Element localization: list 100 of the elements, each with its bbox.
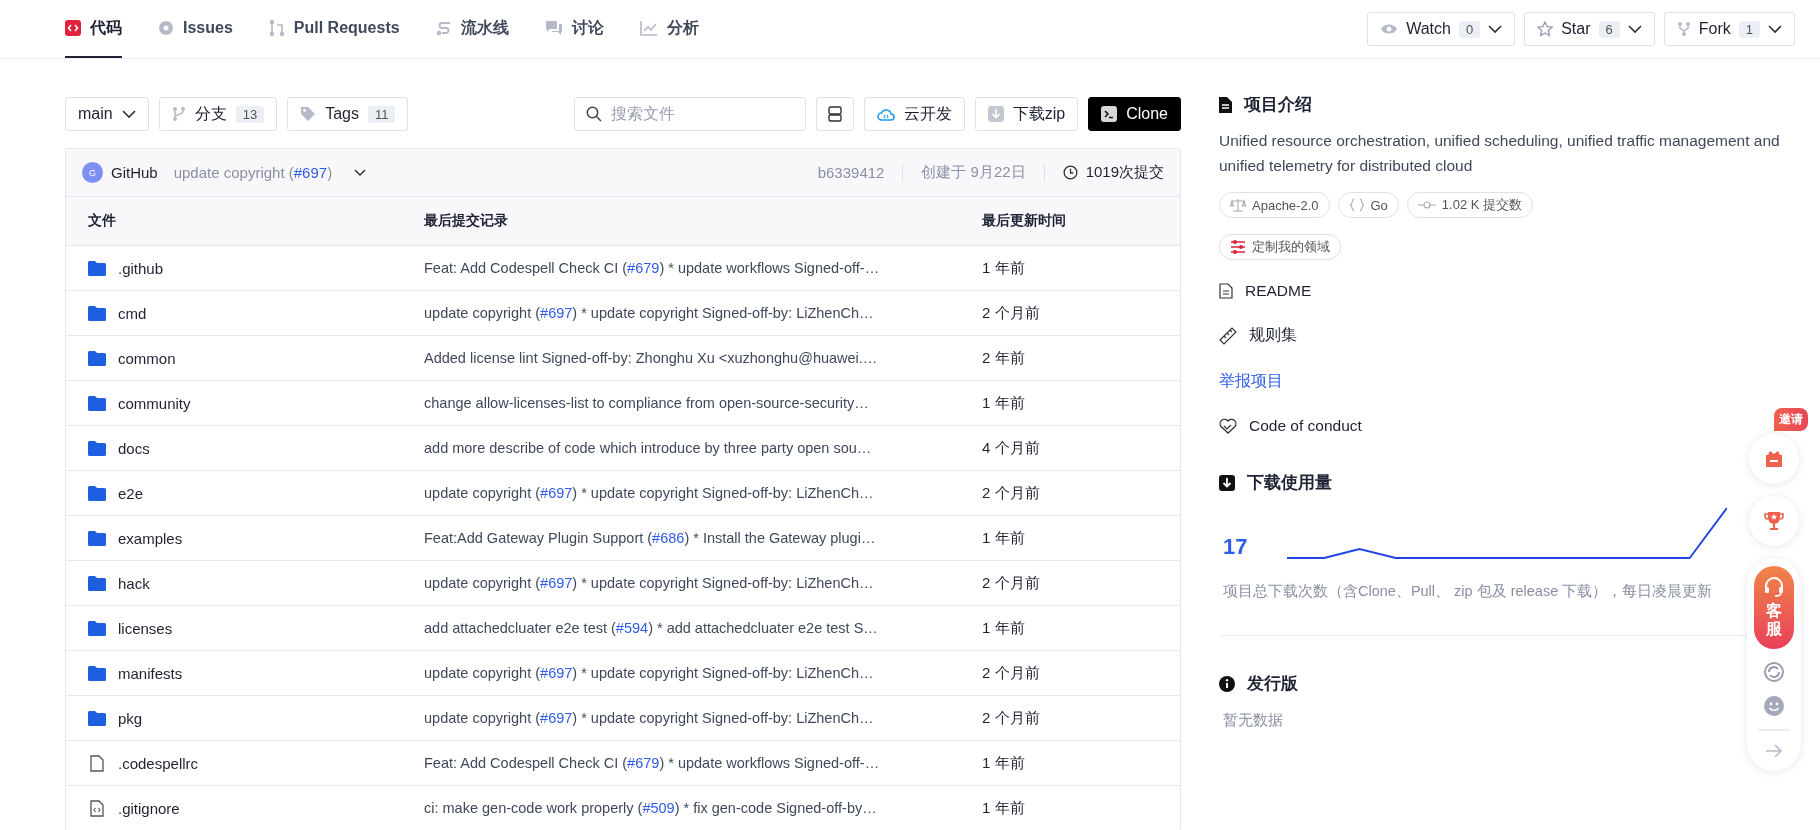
folder-icon — [88, 395, 106, 411]
braces-icon — [1348, 198, 1365, 212]
smiley-icon[interactable] — [1763, 695, 1785, 718]
pull-request-link[interactable]: #697 — [540, 710, 573, 726]
updated-time: 2 个月前 — [982, 303, 1041, 323]
commit-message: add more describe of code which introduce by three party open sou… — [424, 440, 873, 456]
layout-button[interactable] — [815, 97, 854, 131]
nav-tab[interactable]: 分析 — [639, 0, 699, 58]
pull-request-link[interactable]: #509 — [642, 800, 675, 816]
commit-message: Feat: Add Codespell Check CI (#679) * update workflows Signed-off-… — [424, 755, 881, 771]
file-name[interactable]: community — [118, 394, 191, 412]
headset-icon — [1763, 576, 1785, 598]
commit-message: update copyright (#697) * update copyright Signed-off-by: LiZhenCh… — [424, 485, 875, 501]
file-name[interactable]: common — [118, 349, 176, 367]
arrow-right-icon[interactable] — [1765, 743, 1783, 760]
customer-service-button[interactable]: 客服 — [1754, 566, 1794, 650]
download-button[interactable]: 下载zip — [974, 97, 1079, 131]
commit-message: update copyright (#697) * update copyright Signed-off-by: LiZhenCh… — [424, 710, 875, 726]
nav-tab[interactable]: 代码 — [65, 0, 122, 58]
file-name[interactable]: .github — [118, 259, 164, 277]
clone-button[interactable]: Clone — [1088, 97, 1181, 131]
chart-icon — [639, 20, 658, 36]
updated-time: 2 个月前 — [982, 573, 1041, 593]
document-icon — [1219, 96, 1232, 113]
pull-request-link[interactable]: #697 — [293, 164, 328, 181]
clock-icon — [1062, 165, 1078, 180]
report-link[interactable]: 举报项目 — [1219, 371, 1283, 392]
section-title: 发行版 — [1247, 673, 1298, 695]
sliders-icon — [1230, 240, 1246, 254]
pull-request-link[interactable]: #697 — [540, 575, 573, 591]
folder-icon — [88, 440, 106, 456]
pull-request-link[interactable]: #679 — [627, 260, 660, 276]
pull-request-link[interactable]: #686 — [652, 530, 685, 546]
commit-author[interactable]: GitHub — [111, 164, 158, 181]
search-field[interactable]: 搜索文件 — [573, 97, 806, 131]
pipeline-icon — [435, 20, 452, 36]
file-name[interactable]: e2e — [118, 484, 144, 502]
swirl-icon[interactable] — [1763, 661, 1785, 684]
section-title: 项目介绍 — [1244, 94, 1312, 116]
commit-message: update copyright (#697) * update copyright Signed-off-by: LiZhenCh… — [424, 305, 875, 321]
file-name[interactable]: .codespellrc — [118, 754, 199, 772]
file-name[interactable]: examples — [118, 529, 183, 547]
sidebar-link[interactable]: 规则集 — [1249, 325, 1297, 346]
commit-count[interactable]: 1019次提交 — [1085, 163, 1164, 182]
download-note: 项目总下载次数（含Clone、Pull、 zip 包及 release 下载），每日凌晨更新 — [1223, 582, 1713, 601]
pull-request-link[interactable]: #697 — [540, 485, 573, 501]
file-name[interactable]: docs — [118, 439, 150, 457]
column-header: 最后提交记录 — [424, 212, 509, 230]
commit-message: Added license lint Signed-off-by: Zhonghu Xu <xuzhonghu@huawei.… — [424, 350, 879, 366]
tag-icon — [300, 106, 317, 122]
tags-button[interactable]: Tags 11 — [287, 97, 409, 131]
file-icon — [90, 754, 104, 772]
branch-dropdown[interactable]: main — [65, 97, 149, 131]
count-badge: 13 — [235, 105, 265, 123]
pull-request-link[interactable]: #697 — [540, 665, 573, 681]
fork-button[interactable]: Fork 1 — [1663, 12, 1795, 46]
nav-tab[interactable]: 流水线 — [435, 0, 509, 58]
folder-icon — [88, 710, 106, 726]
terminal-icon — [1101, 106, 1118, 122]
folder-icon — [88, 665, 106, 681]
updated-time: 1 年前 — [982, 258, 1026, 278]
invite-badge[interactable]: 邀请 — [1774, 408, 1808, 431]
sidebar-link[interactable]: Code of conduct — [1249, 417, 1362, 435]
sidebar-link[interactable]: README — [1245, 282, 1312, 300]
file-name[interactable]: .gitignore — [118, 799, 180, 817]
folder-icon — [88, 350, 106, 366]
updated-time: 1 年前 — [982, 528, 1026, 548]
nav-tab[interactable]: 讨论 — [544, 0, 604, 58]
scale-icon — [1230, 198, 1246, 212]
nav-tab[interactable]: Pull Requests — [268, 0, 400, 58]
code-icon — [65, 20, 81, 36]
fork-icon — [1676, 21, 1691, 37]
file-name[interactable]: cmd — [118, 304, 147, 322]
pull-request-link[interactable]: #594 — [615, 620, 649, 636]
commit-message: update copyright (#697) * update copyright Signed-off-by: LiZhenCh… — [424, 575, 875, 591]
watch-button[interactable]: Watch 0 — [1367, 12, 1516, 46]
cloud-button[interactable]: 云开发 — [863, 97, 965, 131]
project-description: Unified resource orchestration, unified scheduling, unified traffic management and unified telemetry for distributed cloud — [1219, 131, 1781, 176]
count-badge: 6 — [1598, 20, 1620, 38]
caret-icon — [1627, 24, 1642, 34]
star-button[interactable]: Star 6 — [1524, 12, 1655, 46]
file-name[interactable]: hack — [118, 574, 150, 592]
updated-time: 1 年前 — [982, 393, 1026, 413]
trophy-button[interactable] — [1749, 496, 1799, 546]
updated-time: 4 个月前 — [982, 438, 1041, 458]
created-date: 创建于 9月22日 — [921, 163, 1026, 182]
file-name[interactable]: pkg — [118, 709, 143, 727]
updated-time: 2 个月前 — [982, 483, 1041, 503]
pull-request-link[interactable]: #679 — [627, 755, 660, 771]
gift-button[interactable] — [1749, 434, 1799, 484]
chevron-icon[interactable] — [354, 168, 367, 177]
nav-tab[interactable]: Issues — [158, 0, 233, 58]
pull-request-link[interactable]: #697 — [540, 305, 573, 321]
branches-button[interactable]: 分支 13 — [158, 97, 278, 131]
file-name[interactable]: licenses — [118, 619, 173, 637]
file-name[interactable]: manifests — [118, 664, 183, 682]
download-icon — [987, 106, 1004, 122]
commit-icon — [1417, 200, 1436, 210]
issue-icon — [158, 20, 174, 36]
updated-time: 2 年前 — [982, 348, 1026, 368]
